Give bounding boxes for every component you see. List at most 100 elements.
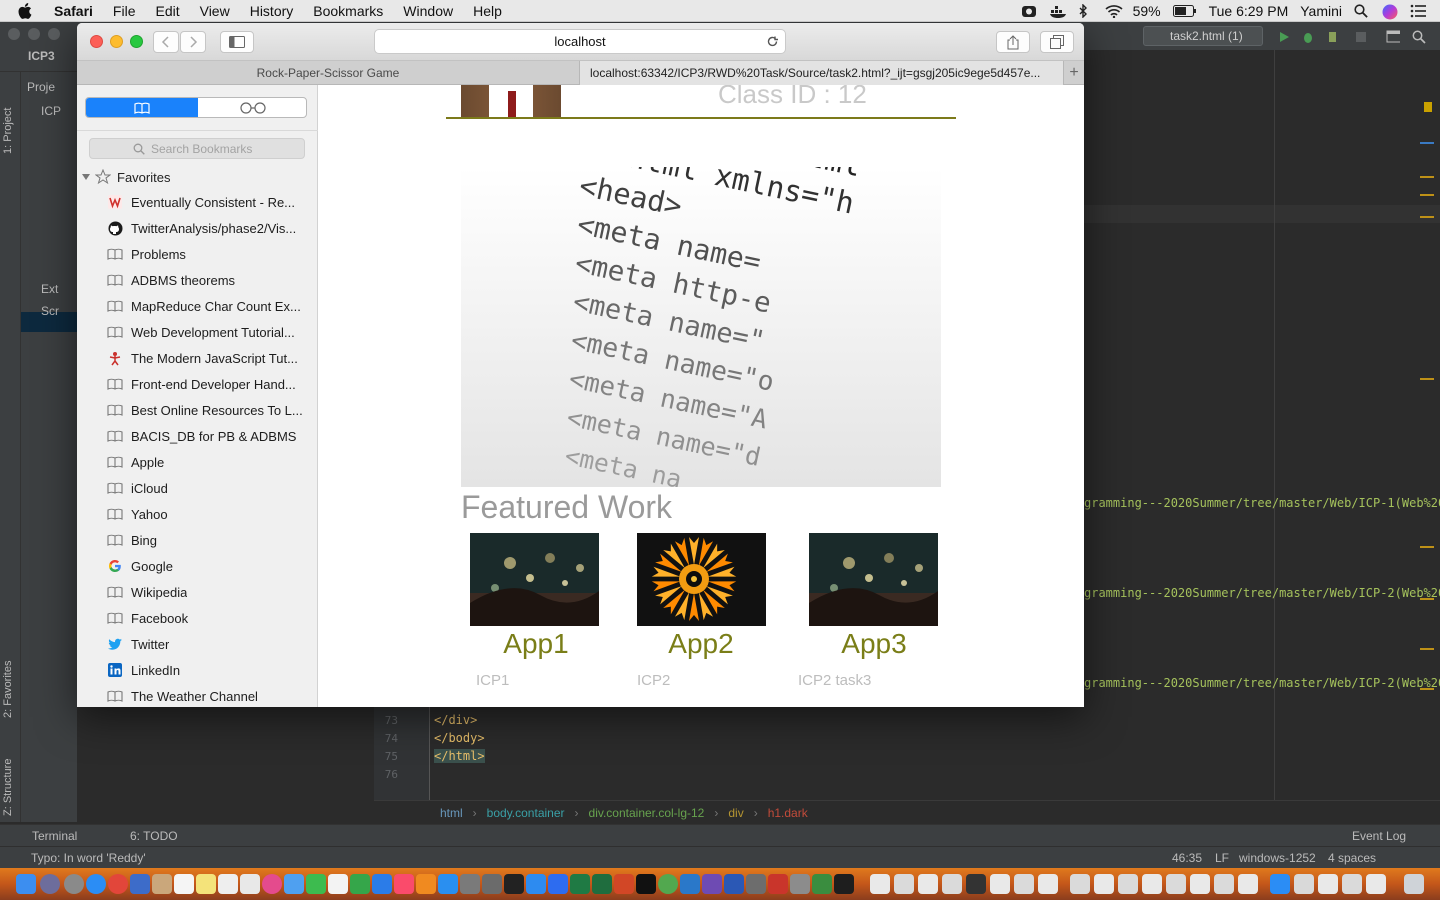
project-tree-row[interactable]: Ext (41, 282, 58, 296)
ide-search-icon[interactable] (1412, 30, 1426, 44)
app-dock-icon[interactable] (152, 874, 172, 894)
reading-list-segment[interactable] (198, 98, 306, 117)
stripe-marker[interactable] (1420, 176, 1434, 178)
bookmark-item[interactable]: Facebook (107, 605, 312, 631)
stripe-marker[interactable] (1420, 378, 1434, 380)
disclosure-triangle-icon[interactable] (81, 172, 91, 182)
bookmark-item[interactable]: Apple (107, 449, 312, 475)
favorites-tool-tab[interactable]: 2: Favorites (2, 661, 14, 718)
warning-marker[interactable] (1424, 102, 1432, 112)
coverage-icon[interactable] (1327, 30, 1341, 44)
app-dock-icon[interactable] (482, 874, 502, 894)
stripe-marker[interactable] (1420, 648, 1434, 650)
ide-project-crumb[interactable]: ICP3 (28, 49, 55, 63)
bookmark-item[interactable]: Bing (107, 527, 312, 553)
terminal-tool-tab[interactable]: Terminal (32, 829, 77, 843)
todo-tool-tab[interactable]: 6: TODO (130, 829, 178, 843)
user-name[interactable]: Yamini (1300, 3, 1342, 19)
terminal-icon[interactable] (504, 874, 524, 894)
minimized-window-icon[interactable] (942, 874, 962, 894)
bookmark-item[interactable]: ADBMS theorems (107, 267, 312, 293)
project-tree-row[interactable]: Scr (41, 304, 59, 318)
minimized-window-icon[interactable] (1118, 874, 1138, 894)
minimized-window-icon[interactable] (1014, 874, 1034, 894)
caret-position[interactable]: 46:35 (1172, 851, 1202, 865)
notification-center-icon[interactable] (1410, 4, 1426, 18)
minimized-window-icon[interactable] (1294, 874, 1314, 894)
photos-icon[interactable] (262, 874, 282, 894)
event-log-tool-tab[interactable]: Event Log (1352, 829, 1406, 843)
keynote-icon[interactable] (372, 874, 392, 894)
project-tree-row[interactable]: Proje (27, 80, 55, 94)
bookmark-item[interactable]: Best Online Resources To L... (107, 397, 312, 423)
facetime-icon[interactable] (306, 874, 326, 894)
zoom-window-button[interactable] (130, 35, 143, 48)
app-dock-icon[interactable] (328, 874, 348, 894)
finder-icon[interactable] (16, 874, 36, 894)
menu-history[interactable]: History (250, 3, 294, 19)
status-message[interactable]: Typo: In word 'Reddy' (31, 851, 146, 865)
wifi-icon[interactable] (1105, 4, 1123, 19)
run-configuration-select[interactable]: task2.html (1) (1143, 26, 1263, 46)
app-store-icon[interactable] (438, 874, 458, 894)
app-dock-icon[interactable] (790, 874, 810, 894)
bookmarks-search-field[interactable] (89, 138, 305, 159)
books-icon[interactable] (416, 874, 436, 894)
bookmark-item[interactable]: Google (107, 553, 312, 579)
bookmark-item[interactable]: The Modern JavaScript Tut... (107, 345, 312, 371)
app2-thumbnail[interactable] (637, 533, 766, 626)
clock[interactable]: Tue 6:29 PM (1209, 3, 1289, 19)
chrome-icon[interactable] (108, 874, 128, 894)
bookmark-item[interactable]: Wikipedia (107, 579, 312, 605)
bookmark-item[interactable]: BACIS_DB for PB & ADBMS (107, 423, 312, 449)
minimize-window-button[interactable] (110, 35, 123, 48)
stripe-marker[interactable] (1420, 142, 1434, 144)
launchpad-icon[interactable] (40, 874, 60, 894)
bookmark-item[interactable]: TwitterAnalysis/phase2/Vis... (107, 215, 312, 241)
bookmark-item[interactable]: LinkedIn (107, 657, 312, 683)
forward-button[interactable] (180, 31, 206, 53)
notes-icon[interactable] (196, 874, 216, 894)
ide-close-light[interactable] (8, 28, 20, 40)
reminders-icon[interactable] (218, 874, 238, 894)
line-separator[interactable]: LF (1215, 851, 1229, 865)
minimized-window-icon[interactable] (1366, 874, 1386, 894)
reload-icon[interactable] (766, 35, 779, 48)
new-tab-button[interactable]: + (1064, 61, 1084, 85)
close-window-button[interactable] (90, 35, 103, 48)
address-bar[interactable]: localhost (374, 29, 786, 54)
messages-icon[interactable] (284, 874, 304, 894)
minimized-window-icon[interactable] (1270, 874, 1290, 894)
apple-menu-icon[interactable] (18, 2, 36, 19)
back-button[interactable] (153, 31, 179, 53)
minimized-window-icon[interactable] (1342, 874, 1362, 894)
vscode-icon[interactable] (680, 874, 700, 894)
minimized-window-icon[interactable] (1094, 874, 1114, 894)
app-dock-icon[interactable] (702, 874, 722, 894)
app-dock-icon[interactable] (592, 874, 612, 894)
minimized-window-icon[interactable] (870, 874, 890, 894)
bookmark-item[interactable]: Front-end Developer Hand... (107, 371, 312, 397)
app3-title[interactable]: App3 (804, 628, 944, 660)
minimized-window-icon[interactable] (1038, 874, 1058, 894)
docker-icon[interactable] (1049, 4, 1066, 18)
powerpoint-icon[interactable] (614, 874, 634, 894)
stripe-marker[interactable] (1420, 194, 1434, 196)
ide-zoom-light[interactable] (48, 28, 60, 40)
bookmarks-segment[interactable] (86, 98, 198, 117)
bookmark-item[interactable]: Problems (107, 241, 312, 267)
trash-icon[interactable] (1404, 874, 1424, 894)
breadcrumb-item[interactable]: div (728, 806, 743, 820)
run-icon[interactable] (1277, 30, 1291, 44)
bookmark-item[interactable]: Twitter (107, 631, 312, 657)
menu-bookmarks[interactable]: Bookmarks (313, 3, 383, 19)
bookmarks-search-input[interactable] (151, 141, 261, 156)
bookmark-item[interactable]: Web Development Tutorial... (107, 319, 312, 345)
safari-dock-icon[interactable] (86, 874, 106, 894)
layout-icon[interactable] (1386, 30, 1400, 44)
app3-thumbnail[interactable] (809, 533, 938, 626)
siri-icon[interactable] (1382, 4, 1398, 20)
ide-minimize-light[interactable] (28, 28, 40, 40)
app-dock-icon[interactable] (658, 874, 678, 894)
minimized-window-icon[interactable] (1142, 874, 1162, 894)
